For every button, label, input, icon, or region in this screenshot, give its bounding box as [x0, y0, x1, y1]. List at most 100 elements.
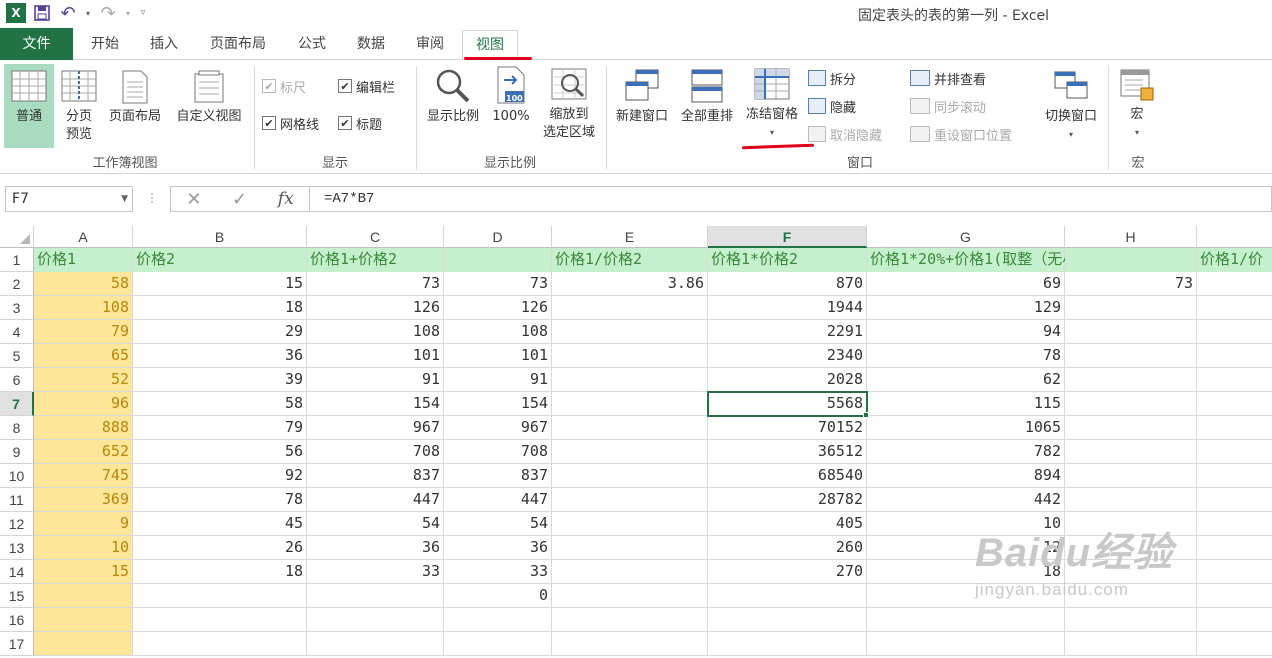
cell-e6[interactable] — [552, 368, 708, 392]
cell-e12[interactable] — [552, 512, 708, 536]
cell-i14[interactable] — [1197, 560, 1272, 584]
unhide-button[interactable]: 取消隐藏 — [808, 124, 882, 144]
cell-c2[interactable]: 73 — [307, 272, 444, 296]
column-header-e[interactable]: E — [552, 226, 708, 248]
cell-c9[interactable]: 708 — [307, 440, 444, 464]
cell-e1[interactable]: 价格1/价格2 — [552, 248, 708, 272]
cell-f4[interactable]: 2291 — [708, 320, 867, 344]
hide-button[interactable]: 隐藏 — [808, 96, 856, 116]
cell-a3[interactable]: 108 — [34, 296, 133, 320]
cell-a6[interactable]: 52 — [34, 368, 133, 392]
row-header-8[interactable]: 8 — [0, 416, 34, 440]
cell-b12[interactable]: 45 — [133, 512, 307, 536]
formula-bar-grip-icon[interactable]: ⋮ — [146, 191, 158, 205]
cell-c15[interactable] — [307, 584, 444, 608]
column-header-i[interactable] — [1197, 226, 1272, 248]
cell-b1[interactable]: 价格2 — [133, 248, 307, 272]
cell-i3[interactable] — [1197, 296, 1272, 320]
zoom-to-selection-button[interactable]: 缩放到 选定区域 — [536, 64, 602, 148]
arrange-all-button[interactable]: 全部重排 — [676, 64, 738, 148]
cell-g4[interactable]: 94 — [867, 320, 1065, 344]
cell-d4[interactable]: 108 — [444, 320, 552, 344]
cell-i1[interactable]: 价格1/价 — [1197, 248, 1272, 272]
row-header-5[interactable]: 5 — [0, 344, 34, 368]
row-header-7[interactable]: 7 — [0, 392, 34, 416]
fill-handle[interactable] — [863, 412, 869, 418]
cell-f17[interactable] — [708, 632, 867, 656]
cell-f1[interactable]: 价格1*价格2 — [708, 248, 867, 272]
save-icon[interactable] — [32, 3, 52, 23]
cell-i12[interactable] — [1197, 512, 1272, 536]
cell-i9[interactable] — [1197, 440, 1272, 464]
cell-g5[interactable]: 78 — [867, 344, 1065, 368]
cell-d5[interactable]: 101 — [444, 344, 552, 368]
cell-f3[interactable]: 1944 — [708, 296, 867, 320]
cell-g16[interactable] — [867, 608, 1065, 632]
cell-e13[interactable] — [552, 536, 708, 560]
cell-d12[interactable]: 54 — [444, 512, 552, 536]
cell-c4[interactable]: 108 — [307, 320, 444, 344]
cell-b7[interactable]: 58 — [133, 392, 307, 416]
row-header-2[interactable]: 2 — [0, 272, 34, 296]
redo-dropdown-icon[interactable]: ▾ — [124, 3, 132, 23]
cell-e4[interactable] — [552, 320, 708, 344]
cell-e14[interactable] — [552, 560, 708, 584]
cancel-icon[interactable]: ✕ — [186, 189, 201, 210]
cell-h8[interactable] — [1065, 416, 1197, 440]
cell-e17[interactable] — [552, 632, 708, 656]
cell-b6[interactable]: 39 — [133, 368, 307, 392]
cell-d15[interactable]: 0 — [444, 584, 552, 608]
cell-d10[interactable]: 837 — [444, 464, 552, 488]
cell-e16[interactable] — [552, 608, 708, 632]
select-all-button[interactable] — [0, 226, 34, 248]
cell-i13[interactable] — [1197, 536, 1272, 560]
tab-formulas[interactable]: 公式 — [285, 28, 339, 60]
cell-b14[interactable]: 18 — [133, 560, 307, 584]
cell-g10[interactable]: 894 — [867, 464, 1065, 488]
cell-d3[interactable]: 126 — [444, 296, 552, 320]
zoom-100-button[interactable]: 100 100% — [488, 64, 534, 148]
cell-e10[interactable] — [552, 464, 708, 488]
cell-c17[interactable] — [307, 632, 444, 656]
cell-c12[interactable]: 54 — [307, 512, 444, 536]
cell-f6[interactable]: 2028 — [708, 368, 867, 392]
cell-b16[interactable] — [133, 608, 307, 632]
cell-h16[interactable] — [1065, 608, 1197, 632]
row-header-12[interactable]: 12 — [0, 512, 34, 536]
row-header-4[interactable]: 4 — [0, 320, 34, 344]
macros-button[interactable]: 宏 ▾ — [1114, 64, 1160, 148]
cell-a9[interactable]: 652 — [34, 440, 133, 464]
cell-d2[interactable]: 73 — [444, 272, 552, 296]
cell-a11[interactable]: 369 — [34, 488, 133, 512]
column-header-h[interactable]: H — [1065, 226, 1197, 248]
column-header-g[interactable]: G — [867, 226, 1065, 248]
cell-h6[interactable] — [1065, 368, 1197, 392]
cell-h7[interactable] — [1065, 392, 1197, 416]
normal-view-button[interactable]: 普通 — [4, 64, 54, 148]
cell-f12[interactable]: 405 — [708, 512, 867, 536]
cell-f13[interactable]: 260 — [708, 536, 867, 560]
cell-c16[interactable] — [307, 608, 444, 632]
cell-g17[interactable] — [867, 632, 1065, 656]
cell-f2[interactable]: 870 — [708, 272, 867, 296]
cell-e2[interactable]: 3.86 — [552, 272, 708, 296]
tab-home[interactable]: 开始 — [78, 28, 132, 60]
formula-input[interactable]: =A7*B7 — [310, 186, 1272, 212]
cell-a7[interactable]: 96 — [34, 392, 133, 416]
enter-icon[interactable]: ✓ — [232, 189, 247, 210]
cell-c5[interactable]: 101 — [307, 344, 444, 368]
cell-a17[interactable] — [34, 632, 133, 656]
cell-f15[interactable] — [708, 584, 867, 608]
switch-windows-button[interactable]: 切换窗口 ▾ — [1036, 64, 1106, 148]
customize-qat-icon[interactable]: ▿ — [138, 3, 148, 23]
cell-a16[interactable] — [34, 608, 133, 632]
formula-bar-checkbox[interactable]: ✔ 编辑栏 — [338, 76, 395, 96]
cell-e9[interactable] — [552, 440, 708, 464]
page-break-preview-button[interactable]: 分页 预览 — [57, 64, 101, 148]
cell-e8[interactable] — [552, 416, 708, 440]
cell-c8[interactable]: 967 — [307, 416, 444, 440]
row-header-1[interactable]: 1 — [0, 248, 34, 272]
zoom-button[interactable]: 显示比例 — [422, 64, 484, 148]
view-side-by-side-button[interactable]: 并排查看 — [910, 68, 986, 88]
cell-i4[interactable] — [1197, 320, 1272, 344]
